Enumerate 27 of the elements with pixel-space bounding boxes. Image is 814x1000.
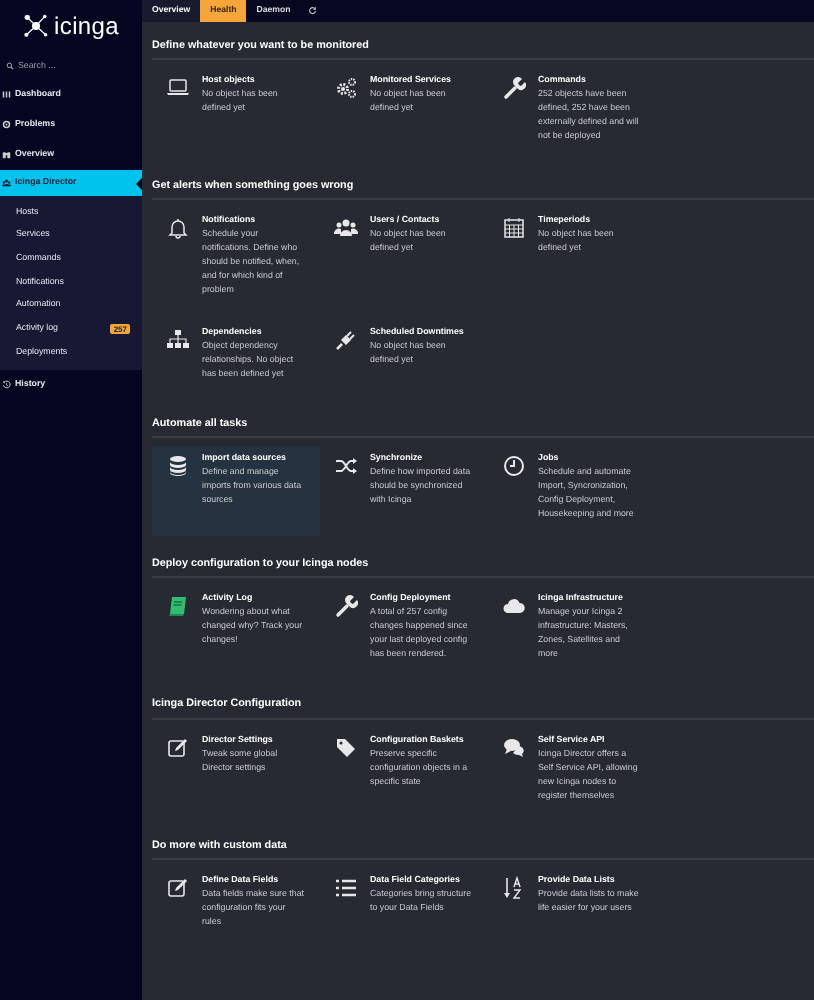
tag-icon[interactable] — [333, 735, 357, 760]
users-icon — [2, 178, 11, 188]
clock-icon[interactable] — [501, 454, 525, 479]
wrench-icon[interactable] — [501, 76, 525, 101]
hierarchy-icon[interactable] — [165, 328, 189, 353]
list-icon[interactable] — [333, 875, 357, 900]
search-icon — [6, 62, 14, 70]
cloud-icon[interactable] — [501, 594, 525, 619]
gears-icon[interactable] — [333, 76, 357, 101]
edit-icon[interactable] — [165, 875, 189, 900]
users-icon[interactable] — [333, 216, 357, 241]
chat-icon[interactable] — [501, 735, 525, 760]
edit-icon[interactable] — [165, 735, 189, 760]
bell-icon[interactable] — [165, 216, 189, 241]
wrench-icon[interactable] — [333, 594, 357, 619]
calendar-icon[interactable] — [501, 216, 525, 241]
book-icon[interactable] — [165, 594, 189, 619]
logo-text: icinga — [54, 10, 120, 44]
dashboard-icon — [2, 90, 11, 100]
laptop-icon[interactable] — [165, 76, 189, 101]
plug-icon[interactable] — [333, 328, 357, 353]
logo-icon — [22, 12, 50, 40]
history-icon — [2, 380, 11, 390]
shuffle-icon[interactable] — [333, 454, 357, 479]
database-icon[interactable] — [165, 454, 189, 479]
sort-icon[interactable] — [501, 875, 525, 900]
refresh-icon[interactable] — [308, 6, 318, 16]
